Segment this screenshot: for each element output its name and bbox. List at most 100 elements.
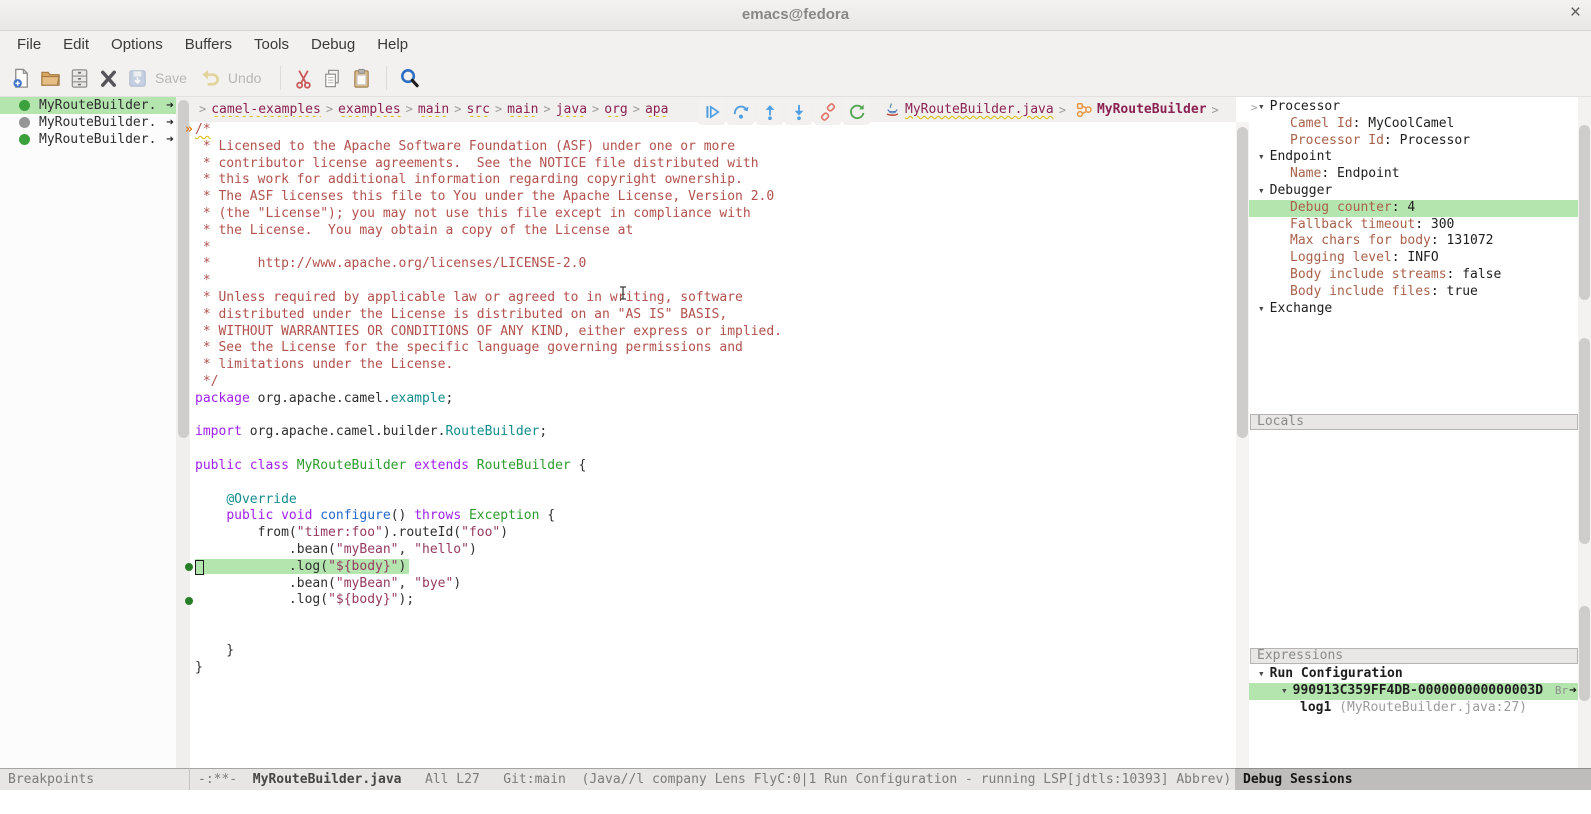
- menu-item-options[interactable]: Options: [100, 30, 174, 60]
- code-line[interactable]: [195, 475, 782, 492]
- breakpoint-fringe-icon[interactable]: [185, 563, 193, 571]
- scrollbar-thumb[interactable]: [178, 100, 189, 438]
- code-line[interactable]: *: [195, 273, 782, 290]
- code-line[interactable]: import org.apache.camel.builder.RouteBui…: [195, 424, 782, 441]
- scrollbar-thumb[interactable]: [1237, 127, 1248, 438]
- code-line[interactable]: }: [195, 660, 782, 677]
- breadcrumb-item[interactable]: java: [556, 102, 587, 117]
- code-line[interactable]: * this work for additional information r…: [195, 172, 782, 189]
- sidebar-scrollbar[interactable]: [176, 97, 190, 768]
- close-buffer-button[interactable]: [95, 65, 121, 91]
- breadcrumb-item[interactable]: main: [507, 102, 538, 117]
- code-line[interactable]: [195, 441, 782, 458]
- code-line[interactable]: * Licensed to the Apache Software Founda…: [195, 139, 782, 156]
- code-line[interactable]: * The ASF licenses this file to You unde…: [195, 189, 782, 206]
- breadcrumb-item[interactable]: org: [604, 102, 627, 117]
- breadcrumb-item[interactable]: main: [418, 102, 449, 117]
- breadcrumb-item[interactable]: camel-examples: [211, 102, 321, 117]
- breadcrumb-filename[interactable]: MyRouteBuilder.java: [905, 102, 1054, 117]
- close-icon[interactable]: ×: [1570, 2, 1581, 24]
- debug-continue-button[interactable]: [698, 99, 725, 125]
- tree-row-endpoint[interactable]: ▾Endpoint: [1249, 149, 1578, 166]
- menu-item-file[interactable]: File: [6, 30, 52, 60]
- code-line[interactable]: * distributed under the License is distr…: [195, 307, 782, 324]
- code-line[interactable]: * limitations under the License.: [195, 357, 782, 374]
- breadcrumb-symbol[interactable]: MyRouteBuilder: [1097, 102, 1207, 117]
- tree-row-processor-id[interactable]: Processor Id: Processor: [1249, 133, 1578, 150]
- open-file-button[interactable]: [37, 65, 63, 91]
- code-line[interactable]: .log("${body}");: [195, 592, 782, 609]
- paste-button[interactable]: [348, 65, 374, 91]
- breakpoint-item[interactable]: MyRouteBuilder.➔: [0, 131, 176, 148]
- tree-row-log1[interactable]: log1 (MyRouteBuilder.java:27): [1249, 700, 1578, 717]
- scrollbar-thumb[interactable]: [1579, 606, 1590, 701]
- tree-row-debug-counter[interactable]: Debug counter: 4: [1249, 200, 1578, 217]
- save-drawer-button[interactable]: [66, 65, 92, 91]
- breakpoint-item[interactable]: MyRouteBuilder.➔: [0, 97, 176, 114]
- code-line[interactable]: * http://www.apache.org/licenses/LICENSE…: [195, 256, 782, 273]
- minibuffer[interactable]: [0, 790, 1591, 814]
- right-panel-scrollbar[interactable]: [1578, 97, 1591, 768]
- editor-scrollbar[interactable]: [1236, 122, 1249, 768]
- code-line[interactable]: @Override: [195, 492, 782, 509]
- tree-row-run-configuration[interactable]: ▾Run Configuration: [1249, 666, 1578, 683]
- code-line[interactable]: »/*: [195, 122, 782, 139]
- debug-restart-button[interactable]: [843, 99, 870, 125]
- editor-window[interactable]: >camel-examples>examples>main>src>main>j…: [190, 97, 1249, 768]
- code-line[interactable]: * the License. You may obtain a copy of …: [195, 223, 782, 240]
- code-line[interactable]: * WITHOUT WARRANTIES OR CONDITIONS OF AN…: [195, 324, 782, 341]
- code-line[interactable]: [195, 408, 782, 425]
- expander-triangle-icon[interactable]: ▾: [1249, 99, 1270, 116]
- breadcrumb-item[interactable]: src: [466, 102, 489, 117]
- code-line[interactable]: */: [195, 374, 782, 391]
- code-line[interactable]: .log("${body}"): [195, 559, 782, 576]
- tree-row-debugger[interactable]: ▾Debugger: [1249, 183, 1578, 200]
- code-line[interactable]: public void configure() throws Exception…: [195, 508, 782, 525]
- scrollbar-thumb[interactable]: [1579, 125, 1590, 300]
- tree-row-body-include-streams[interactable]: Body include streams: false: [1249, 267, 1578, 284]
- menu-item-tools[interactable]: Tools: [243, 30, 300, 60]
- tree-row-logging-level[interactable]: Logging level: INFO: [1249, 250, 1578, 267]
- code-line[interactable]: .bean("myBean", "bye"): [195, 576, 782, 593]
- code-line[interactable]: .bean("myBean", "hello"): [195, 542, 782, 559]
- expander-triangle-icon[interactable]: ▾: [1249, 183, 1270, 200]
- menu-item-debug[interactable]: Debug: [300, 30, 366, 60]
- expander-triangle-icon[interactable]: ▾: [1272, 683, 1293, 700]
- debug-step-in-button[interactable]: [785, 99, 812, 125]
- tree-row-processor[interactable]: ▾Processor: [1249, 99, 1578, 116]
- new-file-button[interactable]: [8, 65, 34, 91]
- breadcrumb-item[interactable]: examples: [338, 102, 401, 117]
- tree-row-body-include-files[interactable]: Body include files: true: [1249, 284, 1578, 301]
- debug-step-out-button[interactable]: [756, 99, 783, 125]
- code-line[interactable]: *: [195, 240, 782, 257]
- code-line[interactable]: from("timer:foo").routeId("foo"): [195, 525, 782, 542]
- breakpoint-item[interactable]: MyRouteBuilder.➔: [0, 114, 176, 131]
- code-line[interactable]: package org.apache.camel.example;: [195, 391, 782, 408]
- expander-triangle-icon[interactable]: ▾: [1249, 149, 1270, 166]
- code-buffer[interactable]: »/* * Licensed to the Apache Software Fo…: [195, 122, 782, 676]
- breakpoint-fringe-icon[interactable]: [185, 597, 193, 605]
- menu-item-help[interactable]: Help: [366, 30, 419, 60]
- tree-row-name[interactable]: Name: Endpoint: [1249, 166, 1578, 183]
- tree-row-camel-id[interactable]: Camel Id: MyCoolCamel: [1249, 116, 1578, 133]
- code-line[interactable]: * contributor license agreements. See th…: [195, 156, 782, 173]
- cut-button[interactable]: [290, 65, 316, 91]
- scrollbar-thumb[interactable]: [1579, 338, 1590, 544]
- code-line[interactable]: [195, 609, 782, 626]
- tree-row-exchange[interactable]: ▾Exchange: [1249, 301, 1578, 318]
- code-line[interactable]: [195, 626, 782, 643]
- tree-row-max-chars-for-body[interactable]: Max chars for body: 131072: [1249, 233, 1578, 250]
- menu-item-edit[interactable]: Edit: [52, 30, 100, 60]
- code-line[interactable]: }: [195, 643, 782, 660]
- code-line[interactable]: * (the "License"); you may not use this …: [195, 206, 782, 223]
- tree-row-fallback-timeout[interactable]: Fallback timeout: 300: [1249, 217, 1578, 234]
- debug-step-over-button[interactable]: [727, 99, 754, 125]
- copy-button[interactable]: [319, 65, 345, 91]
- breadcrumb-item[interactable]: apa: [645, 102, 668, 117]
- expander-triangle-icon[interactable]: ▾: [1249, 301, 1270, 318]
- tree-row-990913c359ff4db-000000000000003d[interactable]: ▾990913C359FF4DB-000000000000003DBr➔: [1249, 683, 1578, 700]
- code-line[interactable]: public class MyRouteBuilder extends Rout…: [195, 458, 782, 475]
- expander-triangle-icon[interactable]: ▾: [1249, 666, 1270, 683]
- search-button[interactable]: [396, 65, 422, 91]
- menu-item-buffers[interactable]: Buffers: [174, 30, 243, 60]
